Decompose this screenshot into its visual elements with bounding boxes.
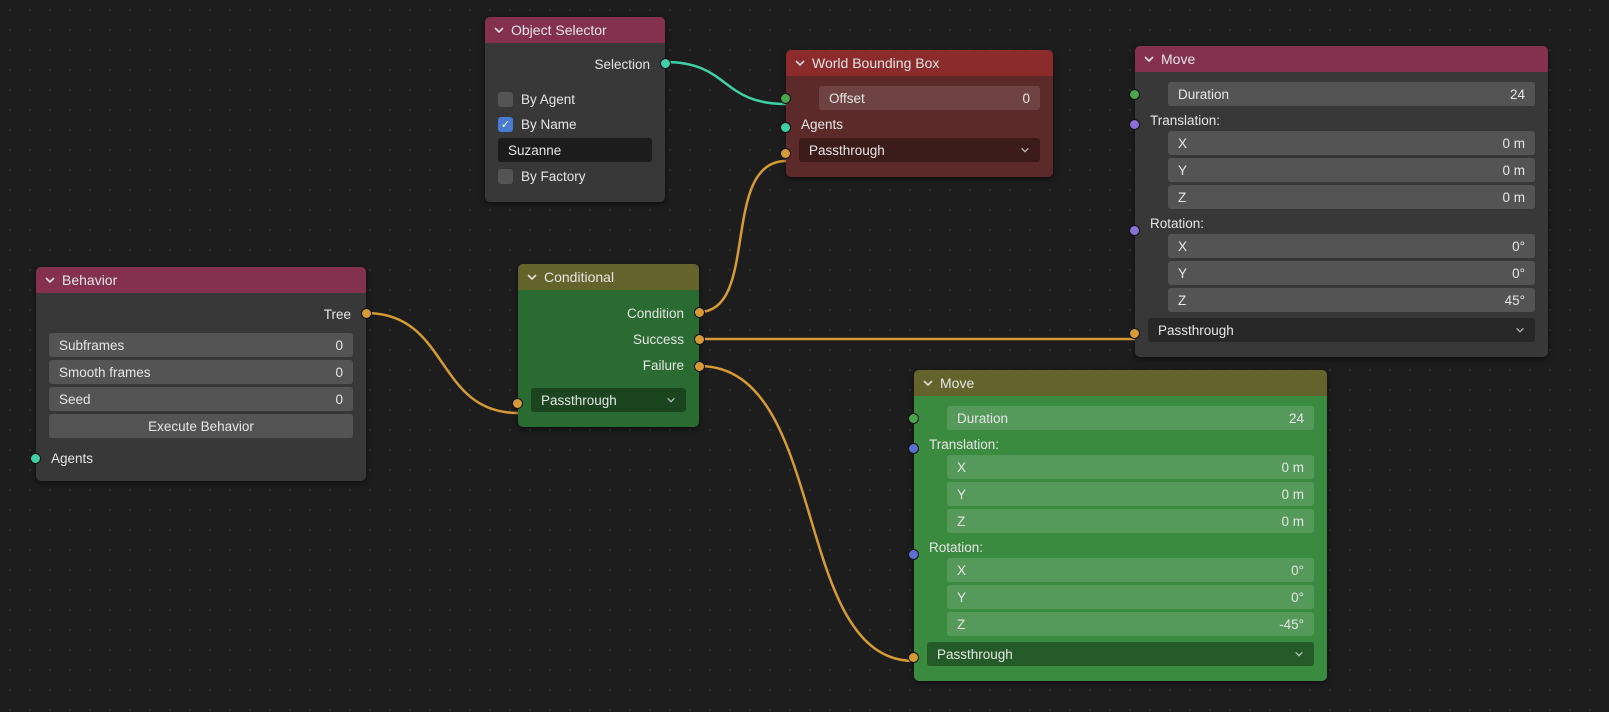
- checkbox-by-factory[interactable]: By Factory: [498, 165, 652, 187]
- checkbox-by-name[interactable]: By Name: [498, 113, 652, 135]
- field-subframes[interactable]: Subframes 0: [49, 333, 353, 357]
- node-header[interactable]: Behavior: [36, 267, 366, 293]
- chevron-down-icon: [1515, 323, 1525, 338]
- field-rz[interactable]: Z-45°: [947, 612, 1314, 636]
- node-title: Conditional: [544, 269, 614, 285]
- output-tree-label: Tree: [324, 307, 351, 322]
- field-ry[interactable]: Y0°: [1168, 261, 1535, 285]
- node-conditional[interactable]: Conditional Condition Success Failure Pa…: [518, 264, 699, 427]
- field-ty[interactable]: Y0 m: [947, 482, 1314, 506]
- field-seed[interactable]: Seed 0: [49, 387, 353, 411]
- select-passthrough[interactable]: Passthrough: [1148, 318, 1535, 342]
- chevron-down-icon: [526, 271, 538, 283]
- label-rotation: Rotation:: [929, 540, 983, 555]
- chevron-down-icon: [666, 393, 676, 408]
- chevron-down-icon: [922, 377, 934, 389]
- field-smooth-frames[interactable]: Smooth frames 0: [49, 360, 353, 384]
- label-translation: Translation:: [1150, 113, 1220, 128]
- select-passthrough[interactable]: Passthrough: [799, 138, 1040, 162]
- output-failure-label: Failure: [643, 358, 684, 373]
- select-passthrough[interactable]: Passthrough: [531, 388, 686, 412]
- input-agents-label: Agents: [801, 117, 843, 132]
- field-rz[interactable]: Z45°: [1168, 288, 1535, 312]
- label-rotation: Rotation:: [1150, 216, 1204, 231]
- chevron-down-icon: [1294, 647, 1304, 662]
- node-title: Object Selector: [511, 22, 607, 38]
- field-rx[interactable]: X0°: [947, 558, 1314, 582]
- chevron-down-icon: [44, 274, 56, 286]
- field-tx[interactable]: X0 m: [1168, 131, 1535, 155]
- node-header[interactable]: Move: [914, 370, 1327, 396]
- field-duration[interactable]: Duration 24: [1168, 82, 1535, 106]
- field-ty[interactable]: Y0 m: [1168, 158, 1535, 182]
- chevron-down-icon: [1143, 53, 1155, 65]
- node-world-bounding-box[interactable]: World Bounding Box Offset 0 Agents Passt…: [786, 50, 1053, 177]
- node-behavior[interactable]: Behavior Tree Subframes 0 Smooth frames …: [36, 267, 366, 481]
- checkbox-by-agent[interactable]: By Agent: [498, 88, 652, 110]
- field-rx[interactable]: X0°: [1168, 234, 1535, 258]
- chevron-down-icon: [493, 24, 505, 36]
- node-header[interactable]: Conditional: [518, 264, 699, 290]
- field-duration[interactable]: Duration 24: [947, 406, 1314, 430]
- node-object-selector[interactable]: Object Selector Selection By Agent By Na…: [485, 17, 665, 202]
- output-condition-label: Condition: [627, 306, 684, 321]
- node-title: World Bounding Box: [812, 55, 939, 71]
- node-title: Behavior: [62, 272, 117, 288]
- field-tx[interactable]: X0 m: [947, 455, 1314, 479]
- node-header[interactable]: Move: [1135, 46, 1548, 72]
- field-tz[interactable]: Z0 m: [1168, 185, 1535, 209]
- output-selection-label: Selection: [594, 57, 650, 72]
- node-move-1[interactable]: Move Duration 24 Translation: X0 m Y0 m …: [1135, 46, 1548, 357]
- node-header[interactable]: World Bounding Box: [786, 50, 1053, 76]
- output-success-label: Success: [633, 332, 684, 347]
- node-title: Move: [940, 375, 974, 391]
- field-ry[interactable]: Y0°: [947, 585, 1314, 609]
- execute-behavior-button[interactable]: Execute Behavior: [49, 414, 353, 438]
- label-translation: Translation:: [929, 437, 999, 452]
- node-header[interactable]: Object Selector: [485, 17, 665, 43]
- node-title: Move: [1161, 51, 1195, 67]
- field-offset[interactable]: Offset 0: [819, 86, 1040, 110]
- node-move-2[interactable]: Move Duration 24 Translation: X0 m Y0 m …: [914, 370, 1327, 681]
- field-tz[interactable]: Z0 m: [947, 509, 1314, 533]
- input-agents-label: Agents: [51, 451, 93, 466]
- chevron-down-icon: [794, 57, 806, 69]
- input-name[interactable]: Suzanne: [498, 138, 652, 162]
- select-passthrough[interactable]: Passthrough: [927, 642, 1314, 666]
- chevron-down-icon: [1020, 143, 1030, 158]
